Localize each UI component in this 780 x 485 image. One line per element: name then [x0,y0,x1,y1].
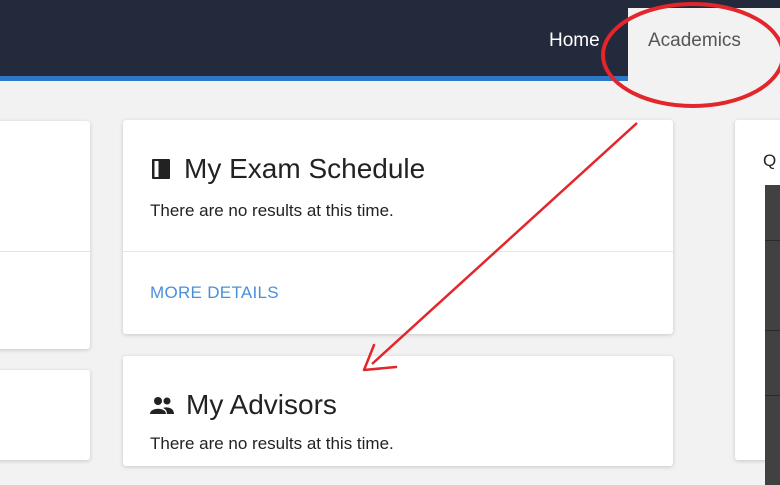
nav-academics-label: Academics [648,30,741,51]
right-table-row-line [765,330,780,331]
nav-academics-tab[interactable]: Academics [628,8,780,81]
right-table-row-line [765,240,780,241]
right-card: Q [735,120,780,485]
right-table-row-line [765,395,780,396]
nav-home-link[interactable]: Home [549,30,600,52]
book-icon [150,158,172,180]
advisors-title: My Advisors [150,389,337,421]
left-card-divider [0,251,90,252]
people-icon [150,396,174,414]
more-details-link[interactable]: MORE DETAILS [150,283,279,303]
advisors-empty-text: There are no results at this time. [150,434,394,453]
exam-schedule-title: My Exam Schedule [150,153,425,185]
exam-schedule-empty-text: There are no results at this time. [150,201,394,220]
right-card-label: Q [763,151,777,170]
exam-schedule-title-text: My Exam Schedule [184,153,426,184]
exam-card-divider [123,251,673,252]
left-card-bottom [0,370,90,460]
left-card-top [0,121,90,349]
right-card-table [765,185,780,485]
advisors-title-text: My Advisors [186,389,337,420]
